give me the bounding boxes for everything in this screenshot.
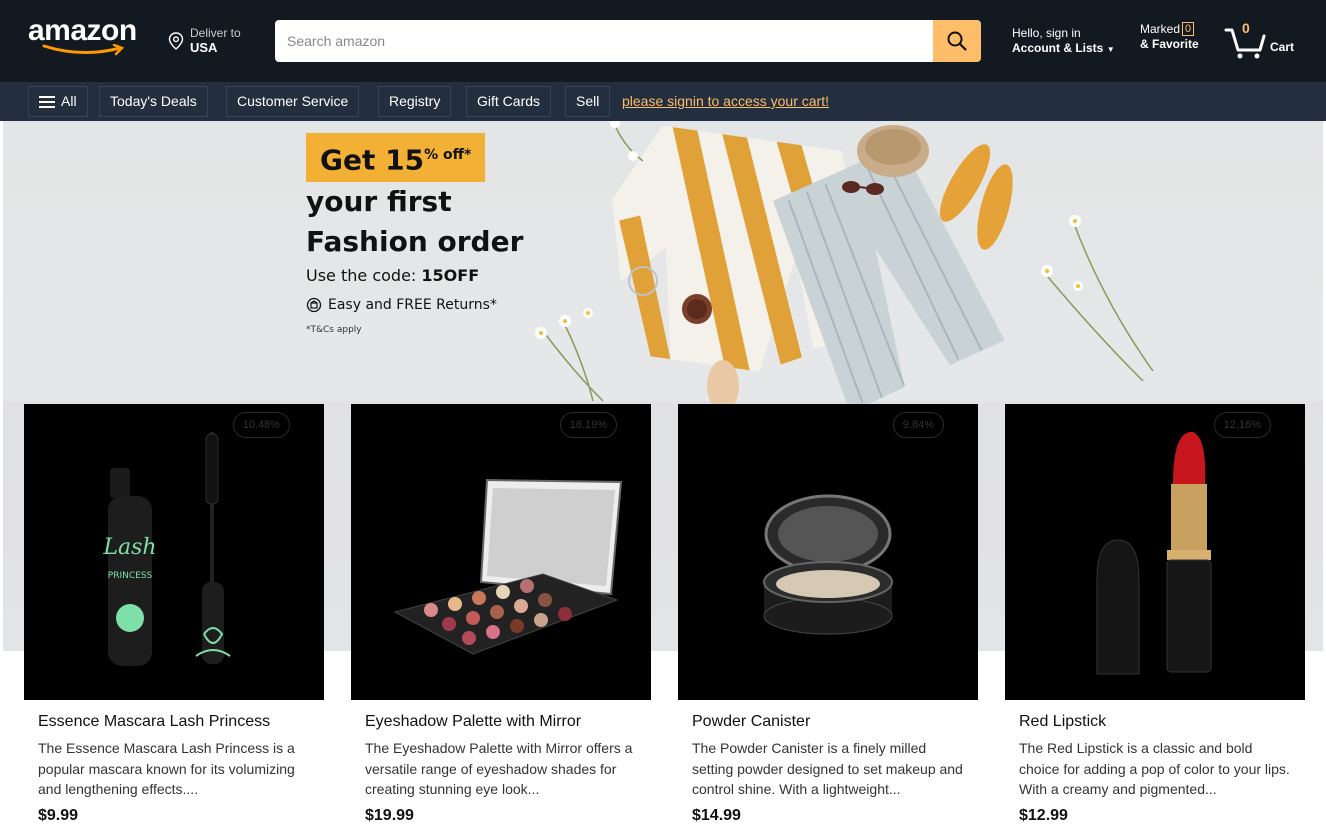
badge-main: Get 15 bbox=[320, 143, 425, 177]
all-menu-label: All bbox=[61, 93, 77, 109]
search-icon bbox=[947, 31, 967, 51]
powder-compact-icon bbox=[763, 494, 893, 635]
product-title[interactable]: Eyeshadow Palette with Mirror bbox=[365, 713, 645, 731]
product-description: The Powder Canister is a finely milled s… bbox=[692, 740, 963, 797]
cart-icon bbox=[1224, 28, 1266, 59]
logo-text: amazon bbox=[28, 14, 137, 47]
deliver-to[interactable]: Deliver to USA bbox=[168, 26, 258, 60]
nav-gift-cards[interactable]: Gift Cards bbox=[466, 86, 552, 117]
account-greeting: Hello, sign in bbox=[1012, 26, 1081, 40]
favorite-label: & Favorite bbox=[1140, 37, 1199, 51]
product-description: The Eyeshadow Palette with Mirror offers… bbox=[365, 740, 633, 797]
returns-line: Easy and FREE Returns* bbox=[306, 297, 626, 313]
product-card[interactable]: 9.84% Powder Canister The Powder Caniste… bbox=[678, 404, 978, 825]
account-label: Account & Lists bbox=[1012, 41, 1104, 55]
product-card[interactable]: 18.19% Eyeshadow Palette with Mirror The… bbox=[351, 404, 651, 825]
account-label-row: Account & Lists ▼ bbox=[1012, 40, 1122, 58]
promo-line-2: Fashion order bbox=[306, 225, 524, 259]
discount-badge: 12.16% bbox=[1213, 412, 1271, 438]
product-title[interactable]: Essence Mascara Lash Princess bbox=[38, 713, 318, 731]
signin-cart-link[interactable]: please signin to access your cart! bbox=[622, 93, 829, 109]
amazon-logo[interactable]: amazon bbox=[28, 14, 148, 60]
top-navbar: amazon Deliver to USA Hello, sign in Acc… bbox=[0, 0, 1326, 82]
returns-icon bbox=[306, 298, 322, 313]
nav-sell[interactable]: Sell bbox=[565, 86, 611, 117]
returns-text: Easy and FREE Returns* bbox=[328, 297, 497, 314]
search-button[interactable] bbox=[933, 20, 981, 62]
search-bar bbox=[275, 20, 981, 62]
product-image[interactable]: 9.84% bbox=[678, 404, 978, 700]
search-input[interactable] bbox=[275, 20, 933, 62]
product-price: $14.99 bbox=[692, 807, 741, 824]
cart-label: Cart bbox=[1270, 40, 1295, 54]
marked-label: Marked bbox=[1140, 22, 1181, 36]
lipstick-icon bbox=[1096, 431, 1212, 675]
promo-line-1: your first bbox=[306, 185, 452, 219]
nav-customer-service[interactable]: Customer Service bbox=[226, 86, 360, 117]
location-pin-icon bbox=[168, 32, 184, 50]
code-prefix: Use the code: bbox=[306, 266, 422, 286]
logo-smile-icon bbox=[42, 44, 125, 56]
mascara-icon: Lash PRINCESS bbox=[102, 432, 231, 666]
marked-favorite[interactable]: Marked 0 & Favorite bbox=[1140, 22, 1210, 60]
product-description: The Red Lipstick is a classic and bold c… bbox=[1019, 740, 1290, 797]
svg-text:Lash: Lash bbox=[102, 535, 156, 560]
terms-note: *T&Cs apply bbox=[306, 325, 362, 336]
marked-count-badge: 0 bbox=[1182, 22, 1195, 36]
product-image[interactable]: 12.16% bbox=[1005, 404, 1305, 700]
nav-todays-deals[interactable]: Today's Deals bbox=[99, 86, 208, 117]
all-menu-button[interactable]: All bbox=[28, 86, 88, 117]
svg-text:PRINCESS: PRINCESS bbox=[108, 571, 153, 581]
product-card[interactable]: 12.16% Red Lipstick The Red Lipstick is … bbox=[1005, 404, 1305, 825]
promo-text-block: Get 15% off* your first Fashion order Us… bbox=[306, 133, 626, 335]
product-image[interactable]: 18.19% bbox=[351, 404, 651, 700]
discount-badge: 18.19% bbox=[559, 412, 617, 438]
cart-button[interactable]: 0 Cart bbox=[1224, 18, 1304, 62]
hamburger-menu-icon bbox=[39, 95, 55, 108]
product-title[interactable]: Powder Canister bbox=[692, 713, 972, 731]
product-title[interactable]: Red Lipstick bbox=[1019, 713, 1299, 731]
eyeshadow-palette-icon bbox=[393, 478, 623, 655]
deliver-label: Deliver to bbox=[190, 26, 241, 40]
discount-badge: Get 15% off* bbox=[306, 133, 486, 183]
product-price: $19.99 bbox=[365, 807, 414, 824]
promo-code-line: Use the code: 15OFF bbox=[306, 266, 626, 285]
account-lists[interactable]: Hello, sign in Account & Lists ▼ bbox=[1012, 26, 1122, 60]
product-price: $9.99 bbox=[38, 807, 79, 824]
caret-down-icon: ▼ bbox=[1106, 45, 1115, 54]
product-card[interactable]: Lash PRINCESS 10.48% Essence Mascara Las… bbox=[24, 404, 324, 825]
sub-navbar: All Today's Deals Customer Service Regis… bbox=[0, 82, 1326, 121]
discount-badge: 10.48% bbox=[232, 412, 290, 438]
promo-code: 15OFF bbox=[421, 266, 480, 286]
discount-badge: 9.84% bbox=[892, 412, 944, 438]
product-image[interactable]: Lash PRINCESS 10.48% bbox=[24, 404, 324, 700]
deliver-location: USA bbox=[190, 40, 218, 55]
product-price: $12.99 bbox=[1019, 807, 1068, 824]
nav-registry[interactable]: Registry bbox=[378, 86, 452, 117]
badge-sup: % off* bbox=[424, 147, 472, 163]
product-description: The Essence Mascara Lash Princess is a p… bbox=[38, 740, 295, 797]
marked-row: Marked 0 bbox=[1140, 22, 1210, 36]
